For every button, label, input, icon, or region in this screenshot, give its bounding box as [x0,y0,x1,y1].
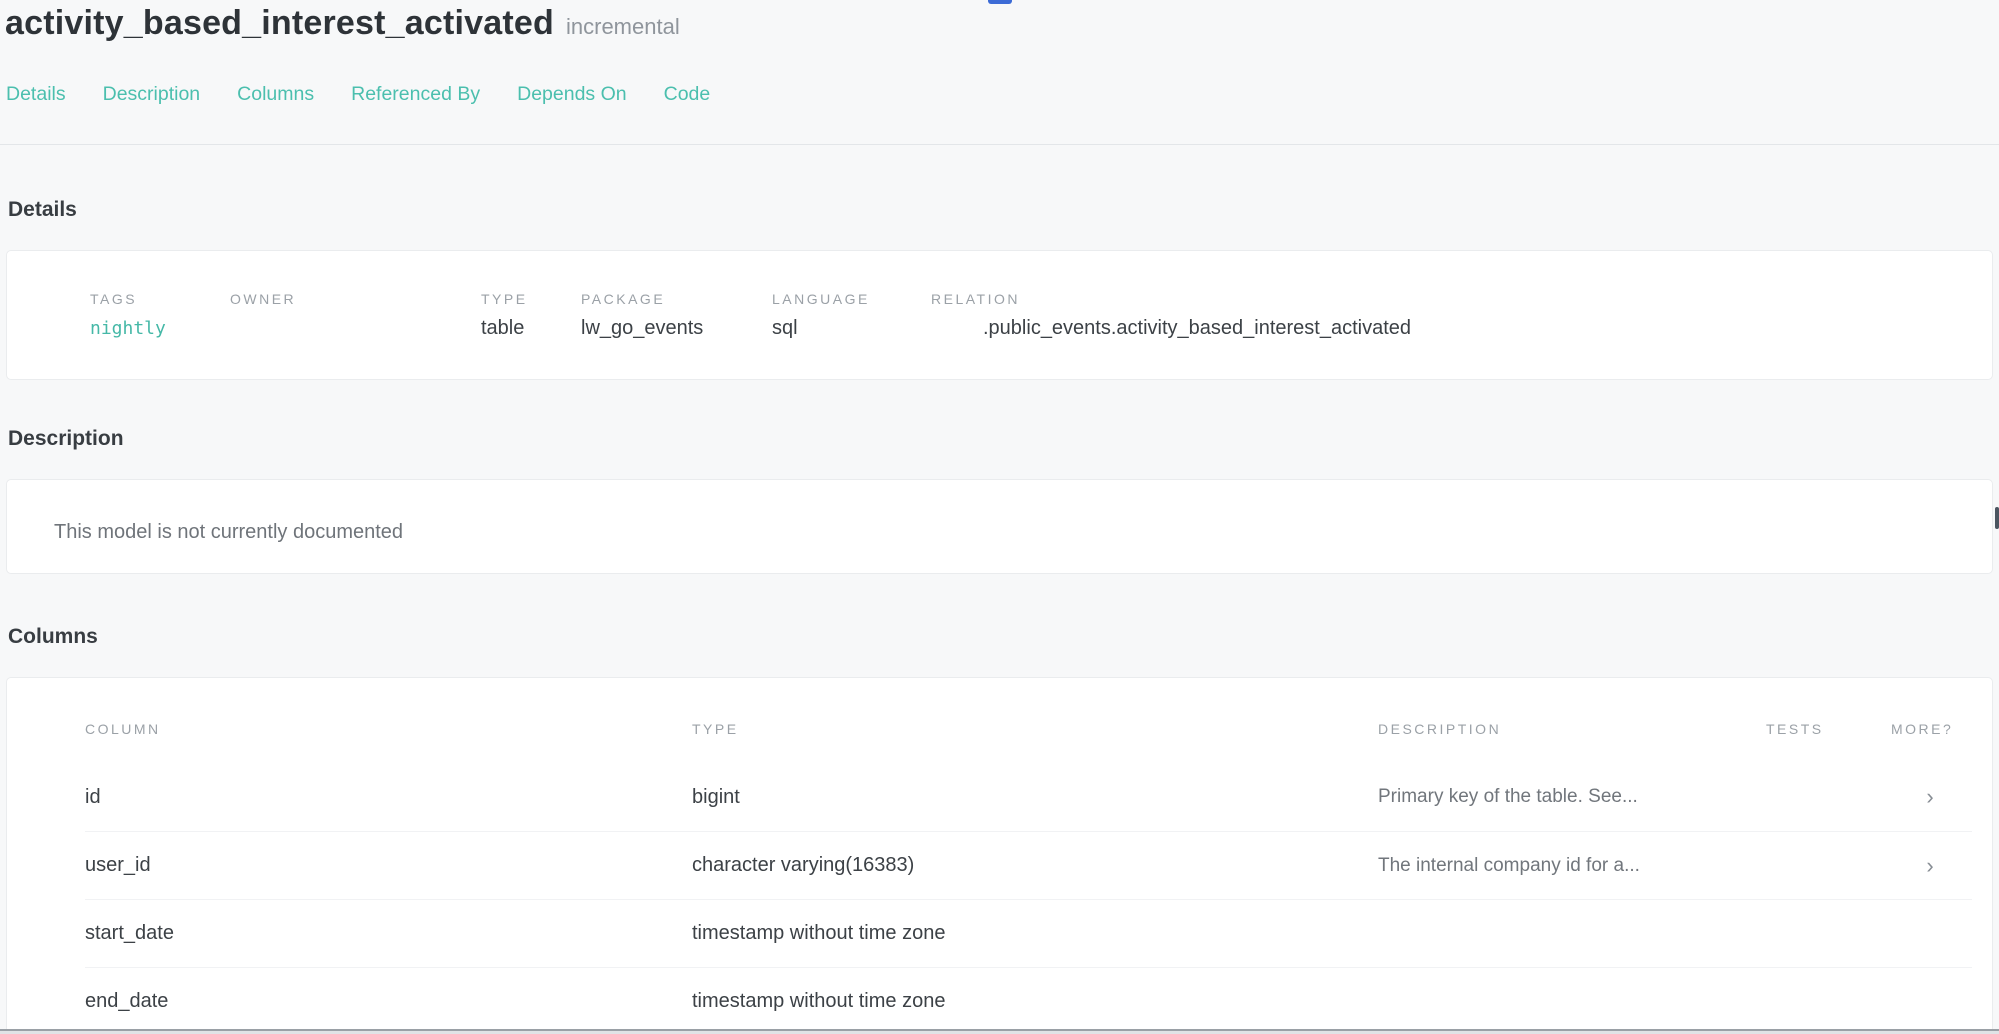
description-body: This model is not currently documented [54,521,403,544]
nav-link-description[interactable]: Description [103,83,201,106]
header-divider [0,144,1999,145]
clipped-toolbar-artifact [988,0,1012,4]
cell-column-description: Primary key of the table. See... [1378,786,1766,808]
cell-column-description: The internal company id for a... [1378,855,1766,877]
tag-link-nightly[interactable]: nightly [90,318,166,339]
nav-link-columns[interactable]: Columns [237,83,314,106]
page-header: activity_based_interest_activated increme… [5,4,680,43]
cell-column-type: bigint [692,786,1378,809]
col-header-more: MORE? [1891,721,1969,737]
table-row-id[interactable]: id bigint Primary key of the table. See.… [85,763,1972,831]
cell-column-name: end_date [85,990,692,1013]
nav-link-depends-on[interactable]: Depends On [517,83,627,106]
field-language-value: sql [772,317,798,340]
columns-table: COLUMN TYPE DESCRIPTION TESTS MORE? id b… [85,678,1972,1034]
field-relation-label: RELATION [931,291,1020,307]
cell-column-type: timestamp without time zone [692,922,1378,945]
field-package-value: lw_go_events [581,317,703,340]
nav-link-code[interactable]: Code [664,83,711,106]
cell-column-name: start_date [85,922,692,945]
scrollbar-thumb[interactable] [1995,507,1999,529]
columns-table-body: id bigint Primary key of the table. See.… [85,763,1972,1034]
cell-column-name: id [85,786,692,809]
description-section-heading: Description [8,427,124,451]
anchor-nav: Details Description Columns Referenced B… [6,83,710,106]
cell-column-type: timestamp without time zone [692,990,1378,1013]
nav-link-details[interactable]: Details [6,83,66,106]
chevron-right-icon[interactable]: › [1891,784,1969,810]
chevron-right-icon[interactable]: › [1891,853,1969,879]
cell-column-type: character varying(16383) [692,854,1378,877]
table-row-user-id[interactable]: user_id character varying(16383) The int… [85,831,1972,899]
field-type-value: table [481,317,524,340]
details-card: TAGS nightly OWNER TYPE table PACKAGE lw… [6,250,1993,380]
col-header-description: DESCRIPTION [1378,721,1766,737]
col-header-type: TYPE [692,721,1378,737]
field-type-label: TYPE [481,291,528,307]
field-relation-value: .public_events.activity_based_interest_a… [983,317,1411,340]
table-row-start-date[interactable]: start_date timestamp without time zone [85,899,1972,967]
model-title: activity_based_interest_activated [5,4,554,42]
materialization-badge: incremental [566,14,680,39]
field-owner-label: OWNER [230,291,296,307]
columns-card: COLUMN TYPE DESCRIPTION TESTS MORE? id b… [6,677,1993,1034]
field-language-label: LANGUAGE [772,291,870,307]
columns-table-header: COLUMN TYPE DESCRIPTION TESTS MORE? [85,678,1972,737]
columns-section-heading: Columns [8,625,98,649]
description-card: This model is not currently documented [6,479,1993,574]
col-header-column: COLUMN [85,721,692,737]
field-package-label: PACKAGE [581,291,665,307]
table-row-end-date[interactable]: end_date timestamp without time zone [85,967,1972,1034]
col-header-tests: TESTS [1766,721,1891,737]
field-tags-label: TAGS [90,291,137,307]
details-section-heading: Details [8,198,77,222]
cell-column-name: user_id [85,854,692,877]
nav-link-referenced-by[interactable]: Referenced By [351,83,480,106]
